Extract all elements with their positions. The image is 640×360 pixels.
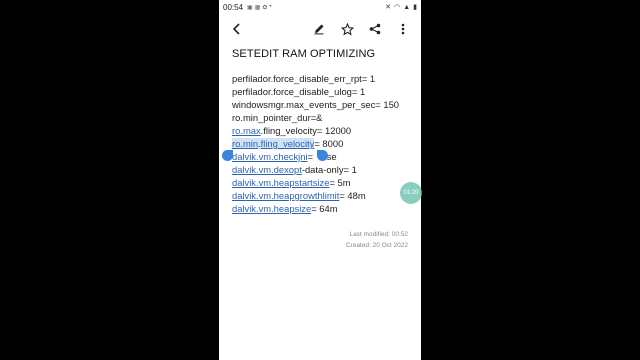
more-vert-icon: [401, 23, 405, 35]
share-icon: [369, 23, 381, 35]
note-line: perfilador.force_disable_err_rpt= 1: [232, 73, 376, 84]
battery-icon: ▮: [413, 4, 417, 11]
selection-handle-start[interactable]: [222, 150, 233, 161]
selection-highlight: ro.min.fling_velocity: [232, 138, 315, 149]
note-link[interactable]: dalvik.vm.heapgrowthlimit: [232, 190, 339, 201]
note-text: = 64m: [311, 203, 338, 214]
signal-icon: ▲: [403, 3, 411, 11]
toolbar: [219, 14, 421, 44]
note-link[interactable]: dalvik.vm.heapsize: [232, 203, 311, 214]
back-button[interactable]: [227, 19, 247, 39]
note-line: dalvik.vm.heapstartsize= 5m: [232, 176, 421, 189]
note-line: ro.max.fling_velocity= 12000: [232, 124, 421, 137]
pencil-icon: [314, 24, 324, 35]
note-link[interactable]: dalvik.vm.heapstartsize: [232, 177, 329, 188]
note-link[interactable]: dalvik.vm.dexopt: [232, 164, 302, 175]
share-button[interactable]: [365, 19, 385, 39]
note-line: dalvik.vm.dexopt-data-only= 1: [232, 163, 421, 176]
last-modified: Last modified: 00:52: [349, 231, 408, 238]
status-bar: 00:54 ▣ ▦ ✿ • ✕ ◠ ▲ ▮: [219, 0, 421, 14]
note-link[interactable]: ro.min: [232, 138, 258, 149]
notification-icon: ▣: [247, 4, 253, 11]
note-line: ro.min_pointer_dur=&: [232, 112, 323, 123]
favorite-button[interactable]: [337, 19, 357, 39]
status-time: 00:54: [223, 2, 244, 12]
note-text: = 5m: [329, 177, 351, 188]
star-icon: [340, 22, 354, 35]
floating-timer-label: 01:20: [403, 190, 419, 196]
note-link[interactable]: ro.max: [232, 125, 261, 136]
note-link[interactable]: dalvik.vm.checkjni: [232, 151, 308, 162]
created-date: Created: 20 Oct 2022: [345, 242, 408, 249]
floating-timer-button[interactable]: 01:20: [400, 182, 422, 204]
note-line: dalvik.vm.heapgrowthlimit= 48m: [232, 189, 421, 202]
note-text: = 8000: [314, 138, 344, 149]
status-icons: ✕ ◠ ▲ ▮: [385, 3, 417, 12]
note-text: .fling_velocity= 12000: [260, 125, 352, 136]
note-line-selected: ro.min.fling_velocity= 8000: [232, 137, 421, 150]
wifi-icon: ◠: [394, 4, 401, 11]
note-text: =: [307, 151, 316, 162]
note-line: windowsmgr.max_events_per_sec= 150: [232, 99, 400, 110]
note-text: = 48m: [339, 190, 366, 201]
note-title: SETEDIT RAM OPTIMIZING: [232, 48, 376, 60]
back-arrow-icon: [232, 23, 240, 35]
phone-screen: 00:54 ▣ ▦ ✿ • ✕ ◠ ▲ ▮ SETEDIT RAM OPTIMI…: [219, 0, 421, 360]
mute-icon: ✕: [385, 4, 392, 11]
dot-icon: •: [269, 4, 272, 10]
more-options-button[interactable]: [393, 19, 413, 39]
note-link[interactable]: fling_velocity: [261, 138, 315, 149]
note-line: dalvik.vm.heapsize= 64m: [232, 202, 421, 215]
note-body[interactable]: perfilador.force_disable_err_rpt= 1 perf…: [232, 72, 421, 215]
settings-icon: ✿: [262, 4, 268, 11]
edit-button[interactable]: [309, 19, 329, 39]
note-text: -data-only= 1: [301, 164, 357, 175]
gallery-icon: ▦: [254, 4, 261, 11]
selection-handle-end[interactable]: [317, 150, 328, 161]
note-line: perfilador.force_disable_ulog= 1: [232, 86, 366, 97]
